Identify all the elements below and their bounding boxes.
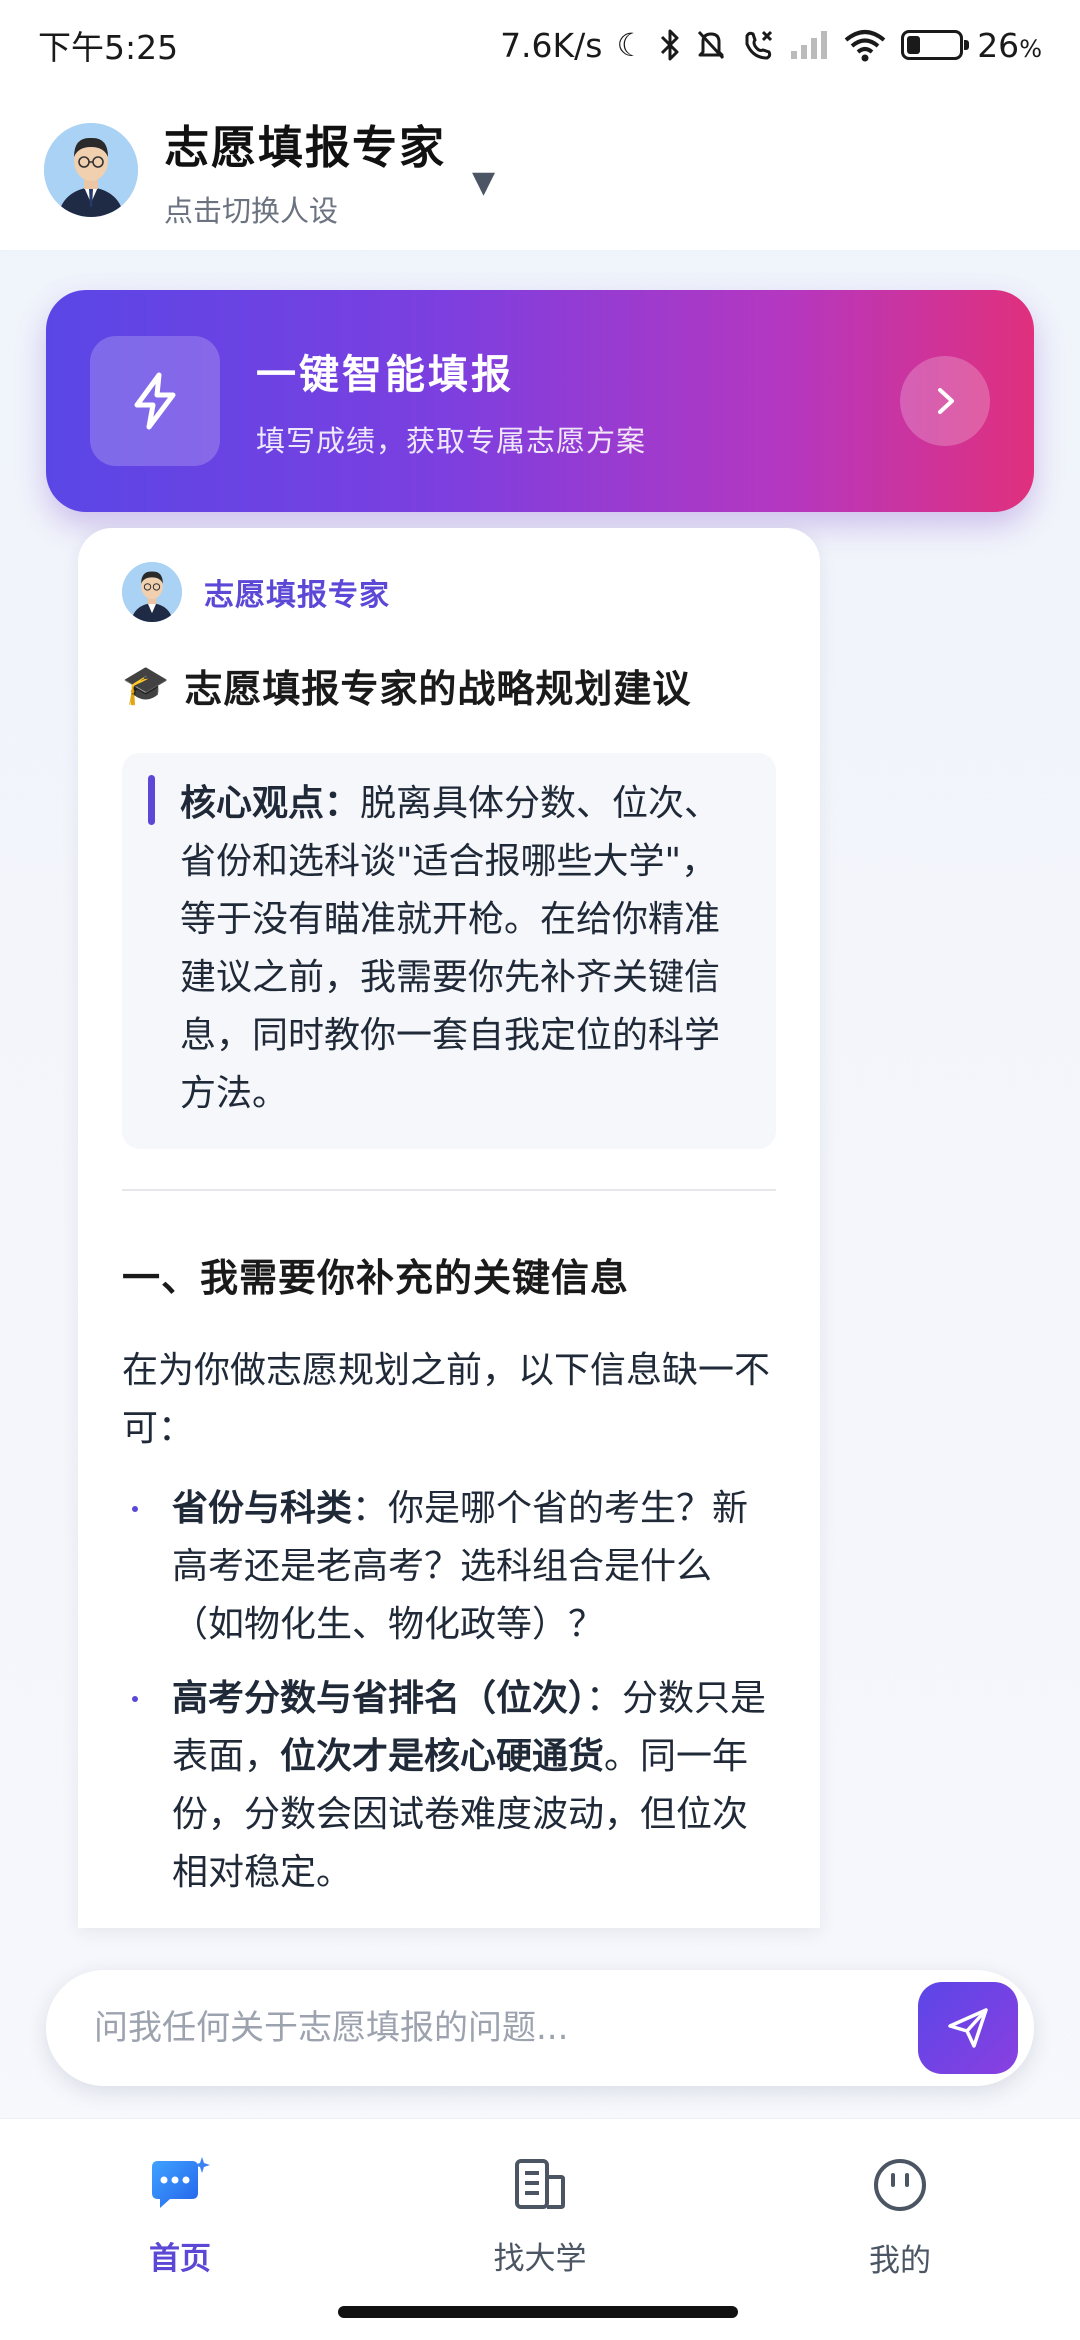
signal-icon — [791, 31, 828, 59]
nav-find-university-label: 找大学 — [493, 2241, 587, 2277]
bullet-dot — [132, 1696, 138, 1702]
persona-header[interactable]: 志愿填报专家 点击切换人设 ▼ — [0, 90, 1080, 250]
home-indicator[interactable] — [338, 2306, 738, 2318]
bullet-dot — [132, 1506, 138, 1512]
list-item-emphasis: 位次才是核心硬通货 — [280, 1736, 605, 1777]
section-intro: 在为你做志愿规划之前，以下信息缺一不可： — [122, 1350, 771, 1449]
building-icon — [515, 2159, 565, 2209]
nav-mine-label: 我的 — [869, 2243, 931, 2279]
list-item-label: 省份与科类 — [172, 1488, 353, 1529]
core-viewpoint-quote: 核心观点：脱离具体分数、位次、省份和选科谈"适合报哪些大学"，等于没有瞄准就开枪… — [122, 753, 776, 1149]
battery-icon — [901, 30, 970, 60]
caret-down-icon[interactable]: ▼ — [472, 165, 495, 200]
status-icons: 7.6K/s ☾ 26% — [500, 26, 1042, 65]
banner-subtitle: 填写成绩，获取专属志愿方案 — [256, 424, 647, 458]
sender-avatar — [122, 562, 182, 622]
nav-home[interactable]: 首页 — [80, 2155, 280, 2278]
smart-fill-banner[interactable]: 一键智能填报 填写成绩，获取专属志愿方案 — [46, 290, 1034, 512]
nav-mine[interactable]: 我的 — [800, 2155, 1000, 2280]
wifi-icon — [844, 30, 886, 62]
chat-input[interactable] — [92, 2007, 876, 2049]
lightning-icon — [90, 336, 220, 466]
chat-input-bar — [46, 1970, 1034, 2086]
graduation-cap-icon: 🎓 — [122, 663, 171, 707]
persona-title: 志愿填报专家 — [164, 120, 447, 174]
list-item: 高考分数与省排名（位次）：分数只是表面，位次才是核心硬通货。同一年份，分数会因试… — [122, 1670, 776, 1902]
message-title: 🎓 志愿填报专家的战略规划建议 — [122, 658, 776, 713]
message-title-text: 志愿填报专家的战略规划建议 — [184, 667, 692, 711]
nav-find-university[interactable]: 找大学 — [440, 2155, 640, 2278]
divider — [122, 1189, 776, 1191]
moon-icon: ☾ — [616, 26, 646, 64]
send-button[interactable] — [918, 1982, 1018, 2074]
network-speed: 7.6K/s — [500, 25, 603, 65]
banner-title: 一键智能填报 — [256, 352, 514, 398]
battery-level — [907, 36, 921, 54]
list-item-label: 高考分数与省排名（位次） — [172, 1678, 587, 1719]
status-time: 下午5:25 — [38, 28, 179, 67]
quote-label: 核心观点： — [180, 783, 361, 824]
battery-percent: 26% — [977, 25, 1042, 65]
chevron-right-icon[interactable] — [900, 356, 990, 446]
assistant-message: 志愿填报专家 🎓 志愿填报专家的战略规划建议 核心观点：脱离具体分数、位次、省份… — [78, 528, 820, 1928]
sender-name: 志愿填报专家 — [204, 578, 390, 613]
smile-icon — [874, 2159, 926, 2211]
switch-persona-hint[interactable]: 点击切换人设 — [164, 188, 446, 230]
info-list: 省份与科类：你是哪个省的考生？新高考还是老高考？选科组合是什么（如物化生、物化政… — [122, 1480, 776, 1902]
list-item: 省份与科类：你是哪个省的考生？新高考还是老高考？选科组合是什么（如物化生、物化政… — [122, 1480, 776, 1654]
quote-text: 脱离具体分数、位次、省份和选科谈"适合报哪些大学"，等于没有瞄准就开枪。在给你精… — [180, 783, 721, 1114]
mute-icon — [698, 30, 725, 60]
section-title: 一、我需要你补充的关键信息 — [122, 1256, 630, 1300]
message-sender: 志愿填报专家 — [122, 562, 776, 622]
bluetooth-icon — [661, 29, 679, 61]
avatar[interactable] — [44, 123, 138, 217]
nav-home-label: 首页 — [149, 2241, 211, 2277]
chat-sparkle-icon — [152, 2157, 210, 2208]
status-bar: 下午5:25 7.6K/s ☾ 26% — [0, 0, 1080, 90]
avatar-image — [44, 123, 138, 217]
send-icon — [948, 2008, 988, 2048]
call-off-icon — [745, 30, 773, 60]
